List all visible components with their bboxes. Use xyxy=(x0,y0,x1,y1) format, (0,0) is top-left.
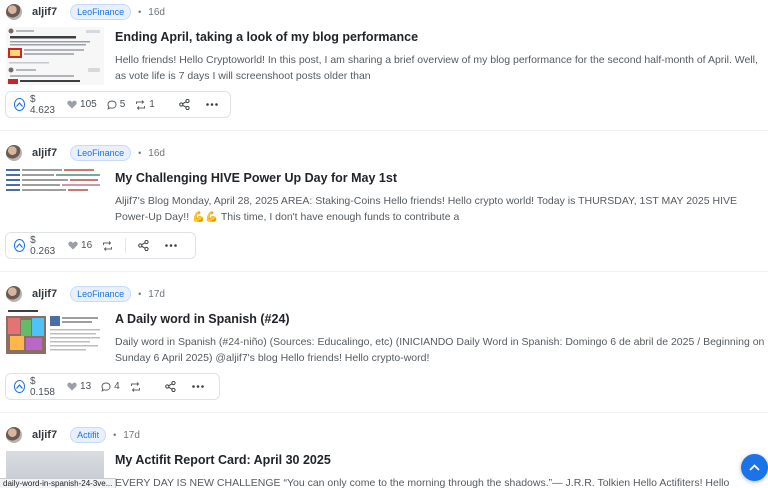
post-card: aljif7 LeoFinance • 16d Ending April, ta… xyxy=(0,2,768,128)
community-badge[interactable]: Actifit xyxy=(70,427,107,443)
like-count: 105 xyxy=(80,99,97,110)
upvote-button[interactable]: $ 0.263 xyxy=(14,235,58,257)
reblog-button[interactable] xyxy=(102,240,113,251)
link-status-bar: daily-word-in-spanish-24-3ve... xyxy=(0,478,117,488)
post-title[interactable]: My Actifit Report Card: April 30 2025 xyxy=(115,453,331,467)
comment-icon xyxy=(101,381,111,392)
comment-icon xyxy=(107,99,117,110)
reblog-icon xyxy=(103,240,113,251)
thumbnail-image xyxy=(6,27,104,85)
post-meta: aljif7 LeoFinance • 17d xyxy=(6,284,165,304)
share-button[interactable] xyxy=(164,381,176,392)
share-icon xyxy=(179,99,190,110)
avatar[interactable] xyxy=(6,4,22,20)
upvote-button[interactable]: $ 4.623 xyxy=(14,94,57,116)
community-badge[interactable]: LeoFinance xyxy=(70,145,132,161)
payout-value[interactable]: $ 0.158 xyxy=(30,376,57,398)
post-divider xyxy=(0,271,768,272)
thumbnail-image xyxy=(6,167,104,223)
post-age: 16d xyxy=(148,6,165,18)
more-options-button[interactable] xyxy=(165,244,177,247)
post-thumbnail[interactable] xyxy=(6,27,104,85)
comment-count: 5 xyxy=(119,99,126,110)
more-icon xyxy=(206,103,218,106)
actions-divider xyxy=(125,238,126,253)
more-icon xyxy=(191,385,204,388)
upvote-button[interactable]: $ 0.158 xyxy=(14,376,57,398)
post-actions: $ 0.263 16 xyxy=(5,232,196,259)
meta-separator: • xyxy=(138,7,142,17)
post-actions: $ 0.158 13 4 xyxy=(5,373,220,400)
post-actions: $ 4.623 105 5 1 xyxy=(5,91,231,118)
heart-icon xyxy=(67,382,77,391)
more-icon xyxy=(165,244,177,247)
meta-separator: • xyxy=(113,430,117,440)
like-count: 16 xyxy=(81,240,93,251)
like-button[interactable]: 13 xyxy=(67,381,91,392)
post-divider xyxy=(0,412,768,413)
reblog-count: 1 xyxy=(149,99,155,110)
payout-value[interactable]: $ 4.623 xyxy=(30,94,57,116)
share-button[interactable] xyxy=(179,99,190,110)
upvote-icon xyxy=(14,239,26,252)
heart-icon xyxy=(68,241,78,250)
post-feed: aljif7 LeoFinance • 16d Ending April, ta… xyxy=(0,0,768,488)
post-meta: aljif7 Actifit • 17d xyxy=(6,425,140,445)
thumbnail-image xyxy=(6,308,104,364)
post-age: 16d xyxy=(148,147,165,159)
more-options-button[interactable] xyxy=(191,385,204,388)
post-title[interactable]: A Daily word in Spanish (#24) xyxy=(115,312,290,326)
post-thumbnail[interactable] xyxy=(6,308,104,364)
post-meta: aljif7 LeoFinance • 16d xyxy=(6,143,165,163)
like-button[interactable]: 105 xyxy=(67,99,97,110)
post-excerpt[interactable]: Daily word in Spanish (#24-niño) (Source… xyxy=(115,334,765,366)
post-age: 17d xyxy=(148,288,165,300)
post-card: aljif7 LeoFinance • 17d A Daily word in … xyxy=(0,284,768,410)
avatar[interactable] xyxy=(6,427,22,443)
post-excerpt[interactable]: EVERY DAY IS NEW CHALLENGE “You can only… xyxy=(115,475,765,488)
more-options-button[interactable] xyxy=(206,103,218,106)
post-card: aljif7 LeoFinance • 16d My Challenging H… xyxy=(0,143,768,269)
meta-separator: • xyxy=(138,148,142,158)
post-excerpt[interactable]: Aljif7's Blog Monday, April 28, 2025 ARE… xyxy=(115,193,765,225)
share-icon xyxy=(138,240,149,251)
reblog-button[interactable]: 1 xyxy=(135,99,155,110)
meta-separator: • xyxy=(138,289,142,299)
comment-count: 4 xyxy=(114,381,120,392)
comment-button[interactable]: 4 xyxy=(101,381,120,392)
post-title[interactable]: Ending April, taking a look of my blog p… xyxy=(115,30,418,44)
avatar[interactable] xyxy=(6,145,22,161)
author-link[interactable]: aljif7 xyxy=(32,6,57,18)
scroll-to-top-button[interactable] xyxy=(741,454,768,481)
chevron-up-icon xyxy=(749,464,760,471)
post-thumbnail[interactable] xyxy=(6,167,104,223)
post-meta: aljif7 LeoFinance • 16d xyxy=(6,2,165,22)
reblog-icon xyxy=(136,99,146,110)
community-badge[interactable]: LeoFinance xyxy=(70,4,132,20)
post-title[interactable]: My Challenging HIVE Power Up Day for May… xyxy=(115,171,397,185)
like-button[interactable]: 16 xyxy=(68,240,92,251)
post-divider xyxy=(0,130,768,131)
payout-value[interactable]: $ 0.263 xyxy=(30,235,58,257)
reblog-icon xyxy=(130,381,140,392)
post-age: 17d xyxy=(123,429,140,441)
avatar[interactable] xyxy=(6,286,22,302)
author-link[interactable]: aljif7 xyxy=(32,288,57,300)
comment-button[interactable]: 5 xyxy=(107,99,126,110)
community-badge[interactable]: LeoFinance xyxy=(70,286,132,302)
author-link[interactable]: aljif7 xyxy=(32,147,57,159)
like-count: 13 xyxy=(80,381,92,392)
upvote-icon xyxy=(14,98,25,111)
share-icon xyxy=(164,381,176,392)
share-button[interactable] xyxy=(138,240,149,251)
upvote-icon xyxy=(14,380,25,393)
author-link[interactable]: aljif7 xyxy=(32,429,57,441)
reblog-button[interactable] xyxy=(130,381,141,392)
heart-icon xyxy=(67,100,77,109)
post-excerpt[interactable]: Hello friends! Hello Cryptoworld! In thi… xyxy=(115,52,765,84)
